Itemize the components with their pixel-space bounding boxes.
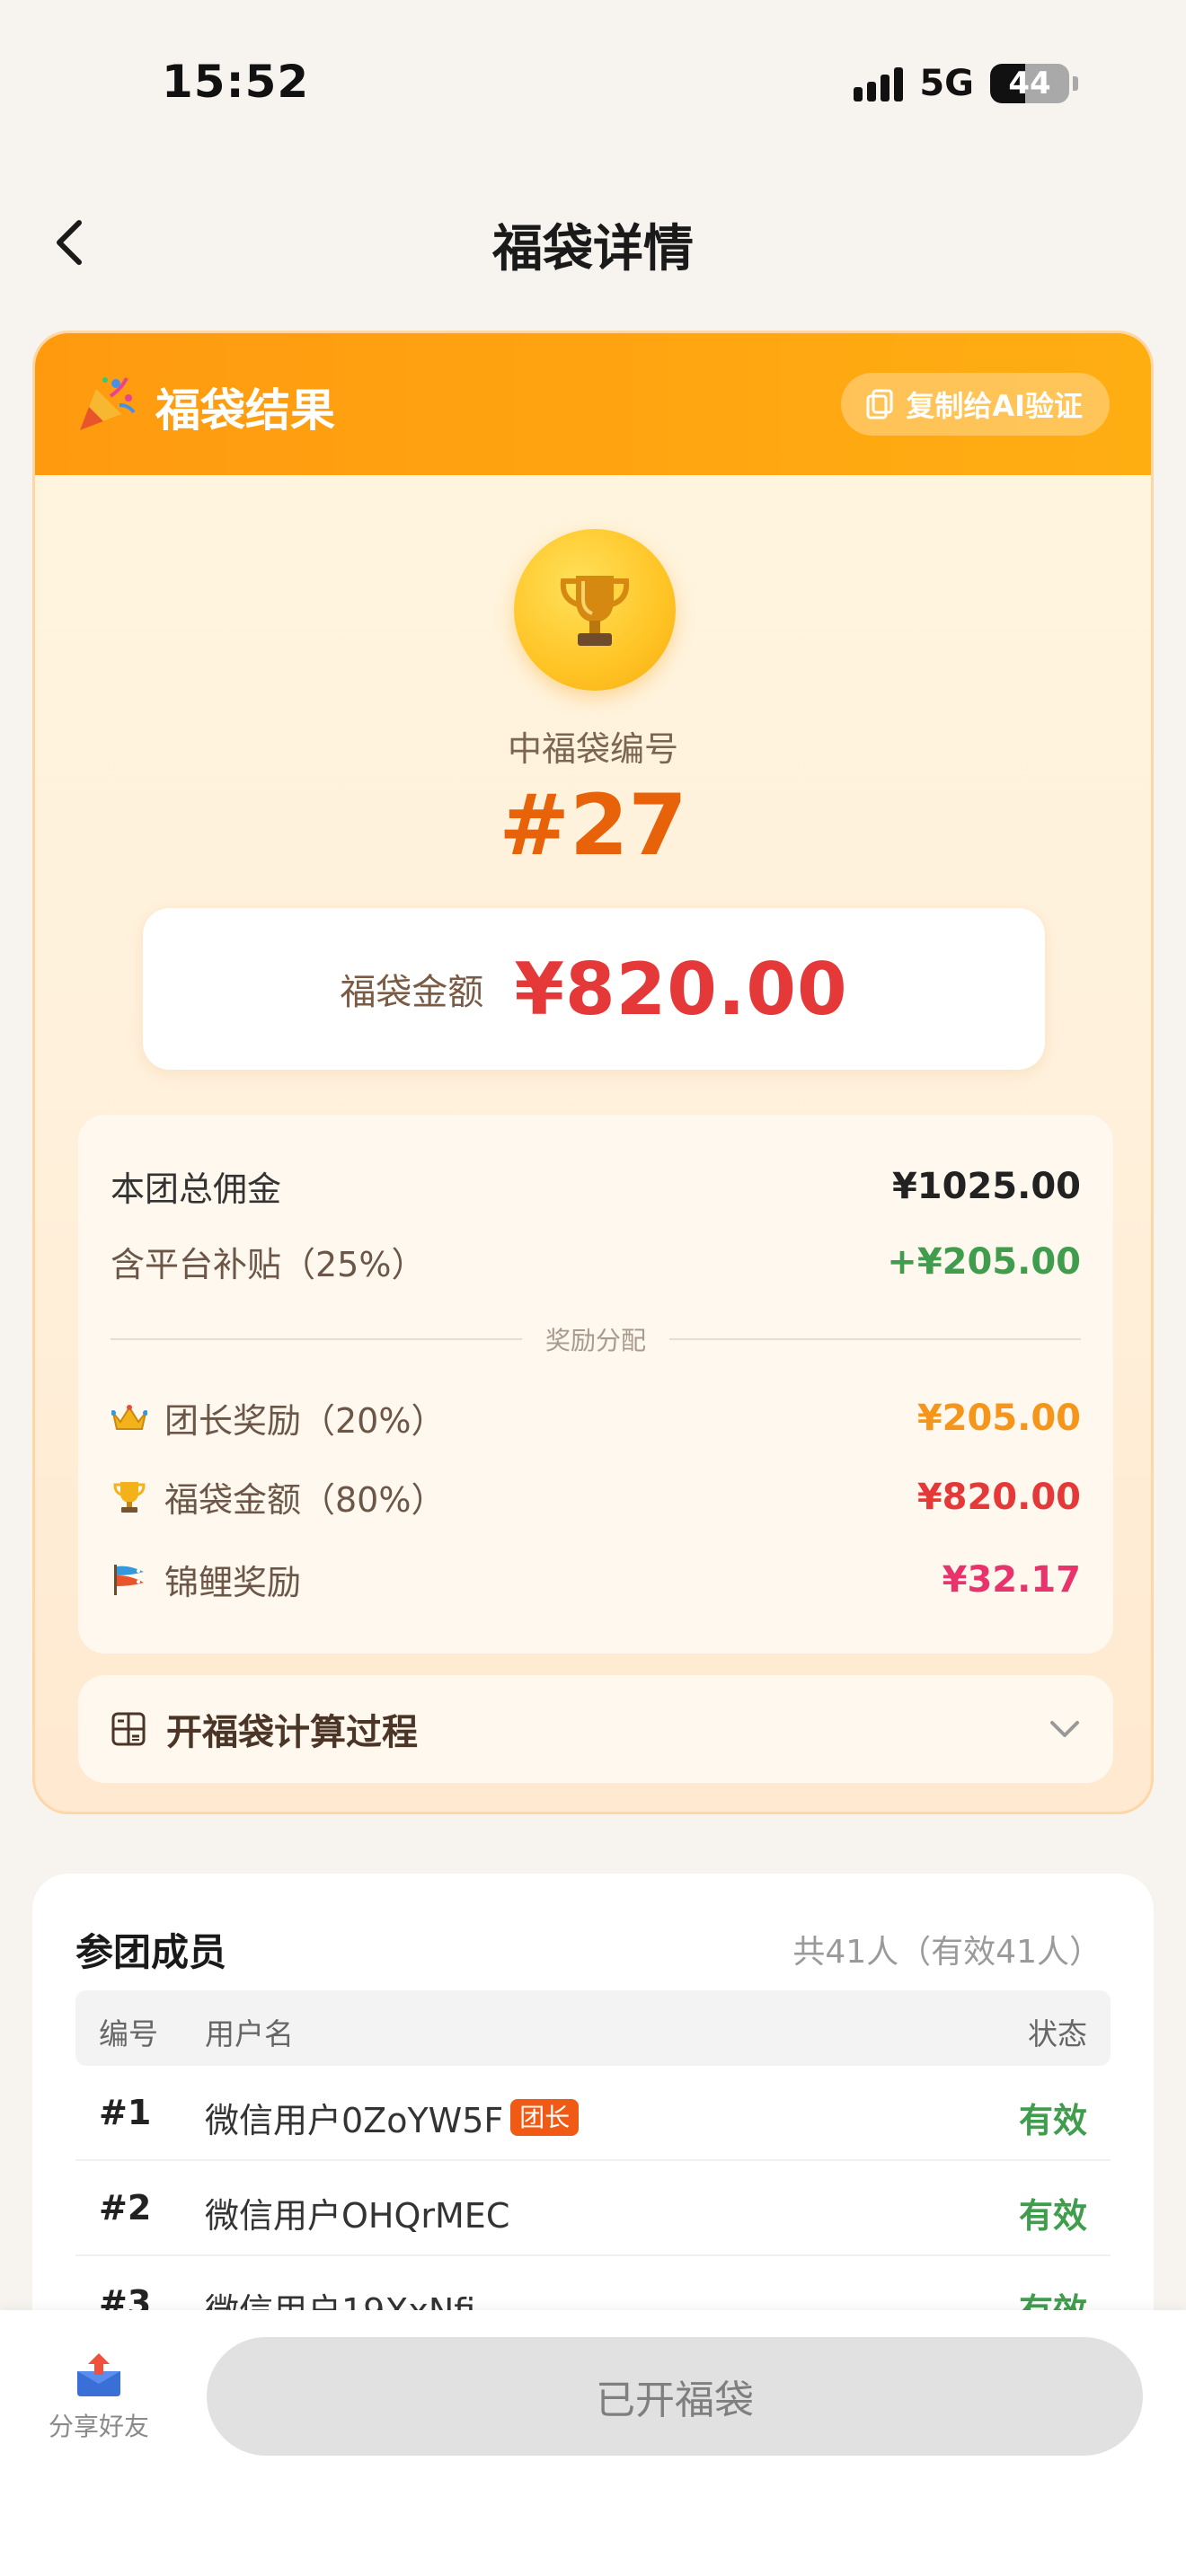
crown-icon	[111, 1399, 148, 1437]
trophy-badge	[514, 529, 676, 691]
member-username: 微信用户OHQrMEC	[205, 2196, 510, 2236]
battery-nub	[1073, 76, 1078, 91]
subsidy-value: +¥205.00	[887, 1240, 1081, 1283]
winner-label: 中福袋编号	[507, 729, 678, 769]
members-title: 参团成员	[75, 1930, 227, 1974]
total-commission-value: ¥1025.00	[891, 1165, 1081, 1207]
amount-label: 福袋金额	[340, 972, 484, 1013]
share-icon	[77, 2353, 120, 2396]
total-commission-row: 本团总佣金 ¥1025.00	[111, 1161, 1081, 1211]
share-friends-button[interactable]: 分享好友	[40, 2351, 158, 2443]
status-bar: 15:52 5G 44	[0, 0, 1186, 171]
member-username-group: 微信用户OHQrMEC	[205, 2188, 509, 2237]
result-card: 福袋结果 复制给AI验证 中福袋编号 #27 福袋金额 ¥820.00 本团总佣…	[32, 331, 1154, 1814]
opened-bag-button[interactable]: 已开福袋	[207, 2337, 1143, 2456]
party-popper-icon	[80, 377, 136, 430]
member-status: 有效	[1018, 2196, 1087, 2236]
chevron-down-icon	[1050, 1721, 1079, 1737]
signal-icon	[854, 66, 904, 101]
koi-reward-label: 锦鲤奖励	[164, 1563, 302, 1602]
column-username: 用户名	[205, 2016, 294, 2051]
copy-to-ai-label: 复制给AI验证	[906, 389, 1083, 423]
copy-icon	[866, 389, 893, 419]
table-row[interactable]: #1 微信用户0ZoYW5F 团长 有效	[75, 2066, 1111, 2161]
subsidy-row: 含平台补贴（25%） +¥205.00	[111, 1237, 1081, 1286]
member-number: #2	[99, 2188, 152, 2228]
winner-number: #27	[499, 777, 687, 875]
divider-line	[669, 1338, 1082, 1340]
reward-divider: 奖励分配	[111, 1321, 1082, 1357]
leader-badge: 团长	[510, 2098, 580, 2137]
bag-amount-row: 福袋金额（80%） ¥820.00	[111, 1472, 1081, 1522]
member-number: #1	[99, 2093, 152, 2132]
member-status: 有效	[1018, 2101, 1087, 2140]
bag-amount-value: ¥820.00	[916, 1476, 1081, 1518]
calculation-process-toggle[interactable]: 开福袋计算过程	[78, 1675, 1113, 1783]
leader-reward-row: 团长奖励（20%） ¥205.00	[111, 1393, 1081, 1442]
members-count: 共41人（有效41人）	[792, 1934, 1102, 1971]
koi-reward-label-group: 锦鲤奖励	[111, 1555, 301, 1604]
bag-amount-label-group: 福袋金额（80%）	[111, 1472, 445, 1522]
battery-icon: 44	[990, 64, 1069, 103]
bag-amount-label: 福袋金额（80%）	[164, 1480, 446, 1520]
battery-level: 44	[1008, 66, 1051, 101]
result-title: 福袋结果	[155, 384, 335, 437]
commission-breakdown: 本团总佣金 ¥1025.00 含平台补贴（25%） +¥205.00 奖励分配 …	[78, 1115, 1113, 1654]
divider-line	[111, 1338, 522, 1340]
leader-reward-value: ¥205.00	[916, 1397, 1081, 1439]
column-status: 状态	[1028, 2016, 1087, 2051]
total-commission-label: 本团总佣金	[111, 1169, 282, 1209]
result-header: 福袋结果 复制给AI验证	[35, 333, 1151, 475]
trophy-icon	[560, 576, 630, 646]
koi-reward-row: 锦鲤奖励 ¥32.17	[111, 1555, 1081, 1604]
table-row[interactable]: #2 微信用户OHQrMEC 有效	[75, 2161, 1111, 2256]
bottom-bar: 分享好友 已开福袋	[0, 2310, 1186, 2576]
member-username: 微信用户0ZoYW5F	[205, 2101, 504, 2140]
member-username-group: 微信用户0ZoYW5F 团长	[205, 2093, 580, 2142]
koi-reward-value: ¥32.17	[942, 1558, 1081, 1601]
share-friends-label: 分享好友	[48, 2412, 149, 2441]
nav-bar: 福袋详情	[0, 189, 1186, 296]
leader-reward-label-group: 团长奖励（20%）	[111, 1393, 445, 1442]
divider-text: 奖励分配	[545, 1326, 647, 1355]
column-number: 编号	[99, 2016, 158, 2051]
copy-to-ai-button[interactable]: 复制给AI验证	[841, 373, 1110, 436]
subsidy-label: 含平台补贴（25%）	[111, 1245, 426, 1284]
status-indicators: 5G 44	[854, 63, 1078, 104]
leader-reward-label: 团长奖励（20%）	[164, 1401, 446, 1441]
amount-box: 福袋金额 ¥820.00	[143, 908, 1045, 1070]
trophy-small-icon	[111, 1478, 148, 1516]
calculator-icon	[111, 1712, 146, 1746]
amount-value: ¥820.00	[514, 947, 848, 1031]
network-label: 5G	[919, 63, 974, 104]
page-title: 福袋详情	[492, 220, 694, 278]
status-time: 15:52	[162, 56, 310, 108]
koi-flag-icon	[111, 1561, 148, 1599]
members-table-header: 编号 用户名 状态	[75, 1990, 1111, 2066]
calculation-process-label: 开福袋计算过程	[166, 1712, 418, 1753]
